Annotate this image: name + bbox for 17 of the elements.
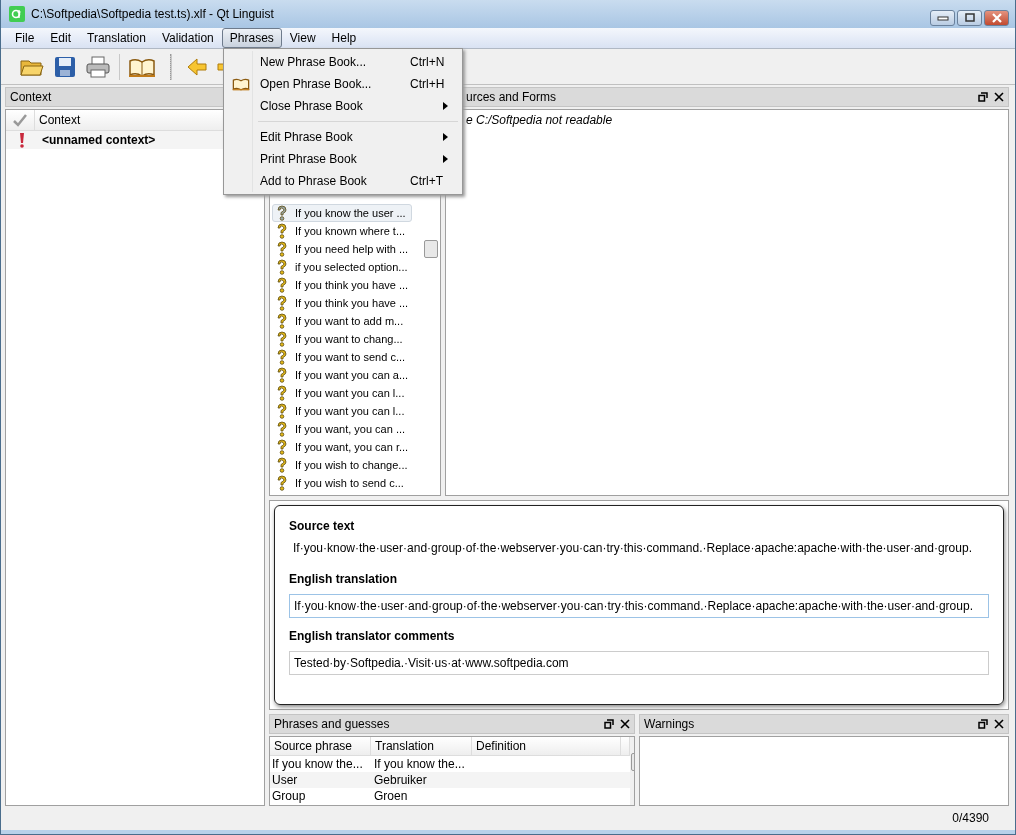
- table-cell-text: Gebruiker: [373, 773, 428, 787]
- dock-title: urces and Forms: [465, 90, 558, 104]
- window-title: C:\Softpedia\Softpedia test.ts).xlf - Qt Linguist: [31, 7, 275, 21]
- string-count: 0/4390: [952, 811, 989, 825]
- dock-title: Context: [10, 90, 53, 104]
- field-label: Source text: [289, 519, 356, 533]
- field-label: English translation: [289, 572, 398, 586]
- table-cell-text: Group: [271, 789, 307, 803]
- table-cell-text: If you know the...: [373, 757, 466, 771]
- field-label: English translator comments: [289, 629, 456, 643]
- table-cell-text: Groen: [373, 789, 409, 803]
- source-text: If·you·know·the·user·and·group·of·the·webserver·you·can·try·this·command.·Replace·apache:apache·with·the·user·and·group.: [292, 541, 973, 555]
- dock-title: Phrases and guesses: [274, 717, 391, 731]
- error-message: e C:/Softpedia not readable: [465, 112, 614, 127]
- table-cell-text: If you know the...: [271, 757, 364, 771]
- table-cell-text: User: [271, 773, 299, 787]
- dock-title: Warnings: [644, 717, 696, 731]
